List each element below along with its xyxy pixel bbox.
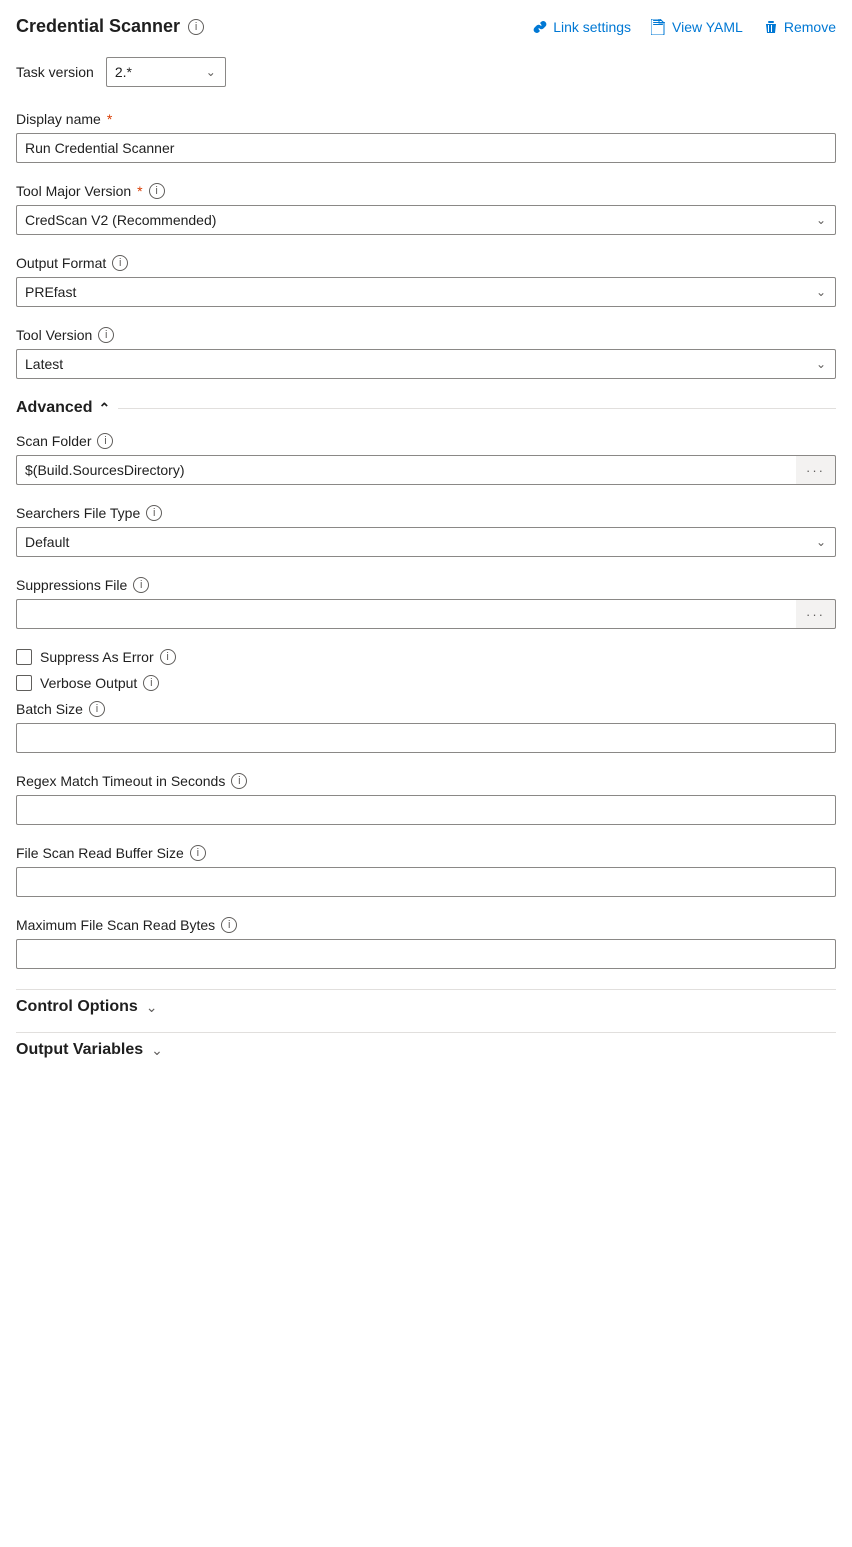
tool-version-select[interactable]: Latest Specific (16, 349, 836, 379)
regex-timeout-label: Regex Match Timeout in Seconds i (16, 773, 836, 789)
searchers-file-type-select[interactable]: Default Custom (16, 527, 836, 557)
file-scan-buffer-label: File Scan Read Buffer Size i (16, 845, 836, 861)
task-version-label: Task version (16, 64, 94, 80)
max-file-scan-bytes-group: Maximum File Scan Read Bytes i (16, 917, 836, 969)
tool-major-version-info-icon[interactable]: i (149, 183, 165, 199)
tool-version-select-wrapper: Latest Specific ⌄ (16, 349, 836, 379)
verbose-output-row: Verbose Output i (16, 675, 836, 691)
link-settings-button[interactable]: Link settings (532, 19, 631, 35)
searchers-file-type-select-wrapper: Default Custom ⌄ (16, 527, 836, 557)
batch-size-group: Batch Size i (16, 701, 836, 753)
output-format-select[interactable]: PREfast CSV JSON (16, 277, 836, 307)
link-icon (532, 19, 548, 35)
tool-major-version-select-wrapper: CredScan V2 (Recommended) CredScan V1 ⌄ (16, 205, 836, 235)
title-info-icon[interactable]: i (188, 19, 204, 35)
page-title: Credential Scanner (16, 16, 180, 37)
display-name-required-star: * (107, 111, 112, 127)
tool-major-version-group: Tool Major Version * i CredScan V2 (Reco… (16, 183, 836, 235)
searchers-file-type-group: Searchers File Type i Default Custom ⌄ (16, 505, 836, 557)
advanced-chevron-up-icon: ⌃ (98, 400, 110, 417)
trash-icon (763, 19, 779, 35)
max-file-scan-bytes-label: Maximum File Scan Read Bytes i (16, 917, 836, 933)
file-scan-buffer-group: File Scan Read Buffer Size i (16, 845, 836, 897)
suppressions-file-input-row: ··· (16, 599, 836, 629)
file-scan-buffer-info-icon[interactable]: i (190, 845, 206, 861)
suppress-as-error-label[interactable]: Suppress As Error i (40, 649, 176, 665)
max-file-scan-bytes-info-icon[interactable]: i (221, 917, 237, 933)
output-variables-chevron-down-icon: ⌄ (151, 1042, 163, 1059)
output-format-info-icon[interactable]: i (112, 255, 128, 271)
regex-timeout-input[interactable] (16, 795, 836, 825)
scan-folder-group: Scan Folder i ··· (16, 433, 836, 485)
tool-major-version-label: Tool Major Version * i (16, 183, 836, 199)
suppressions-file-info-icon[interactable]: i (133, 577, 149, 593)
tool-version-info-icon[interactable]: i (98, 327, 114, 343)
tool-major-version-select[interactable]: CredScan V2 (Recommended) CredScan V1 (16, 205, 836, 235)
header-actions: Link settings View YAML Remove (532, 19, 836, 35)
verbose-output-info-icon[interactable]: i (143, 675, 159, 691)
output-format-group: Output Format i PREfast CSV JSON ⌄ (16, 255, 836, 307)
output-format-label: Output Format i (16, 255, 836, 271)
suppressions-file-group: Suppressions File i ··· (16, 577, 836, 629)
verbose-output-checkbox[interactable] (16, 675, 32, 691)
tool-version-group: Tool Version i Latest Specific ⌄ (16, 327, 836, 379)
yaml-icon (651, 19, 667, 35)
file-scan-buffer-input[interactable] (16, 867, 836, 897)
display-name-group: Display name * (16, 111, 836, 163)
view-yaml-button[interactable]: View YAML (651, 19, 743, 35)
control-options-section: Control Options ⌄ (16, 989, 836, 1024)
suppress-as-error-row: Suppress As Error i (16, 649, 836, 665)
output-variables-section: Output Variables ⌄ (16, 1032, 836, 1067)
advanced-divider-line (118, 408, 836, 409)
remove-button[interactable]: Remove (763, 19, 836, 35)
advanced-section-divider: Advanced ⌃ (16, 399, 836, 417)
tool-major-version-required-star: * (137, 183, 142, 199)
page-header: Credential Scanner i Link settings View (16, 16, 836, 37)
batch-size-info-icon[interactable]: i (89, 701, 105, 717)
display-name-label: Display name * (16, 111, 836, 127)
control-options-title: Control Options (16, 998, 138, 1016)
control-options-header[interactable]: Control Options ⌄ (16, 989, 836, 1024)
suppressions-file-browse-button[interactable]: ··· (796, 599, 836, 629)
advanced-section-title[interactable]: Advanced ⌃ (16, 399, 110, 417)
batch-size-label: Batch Size i (16, 701, 836, 717)
batch-size-input[interactable] (16, 723, 836, 753)
suppress-as-error-info-icon[interactable]: i (160, 649, 176, 665)
header-left: Credential Scanner i (16, 16, 204, 37)
tool-version-label: Tool Version i (16, 327, 836, 343)
scan-folder-browse-button[interactable]: ··· (796, 455, 836, 485)
suppressions-file-label: Suppressions File i (16, 577, 836, 593)
verbose-output-label[interactable]: Verbose Output i (40, 675, 159, 691)
scan-folder-info-icon[interactable]: i (97, 433, 113, 449)
scan-folder-input[interactable] (16, 455, 796, 485)
regex-timeout-group: Regex Match Timeout in Seconds i (16, 773, 836, 825)
control-options-chevron-down-icon: ⌄ (146, 999, 158, 1016)
searchers-file-type-label: Searchers File Type i (16, 505, 836, 521)
output-variables-header[interactable]: Output Variables ⌄ (16, 1032, 836, 1067)
task-version-select-wrapper: 2.* 1.* ⌄ (106, 57, 226, 87)
max-file-scan-bytes-input[interactable] (16, 939, 836, 969)
searchers-file-type-info-icon[interactable]: i (146, 505, 162, 521)
output-variables-title: Output Variables (16, 1041, 143, 1059)
regex-timeout-info-icon[interactable]: i (231, 773, 247, 789)
display-name-input[interactable] (16, 133, 836, 163)
task-version-select[interactable]: 2.* 1.* (106, 57, 226, 87)
scan-folder-input-row: ··· (16, 455, 836, 485)
scan-folder-label: Scan Folder i (16, 433, 836, 449)
suppress-as-error-checkbox[interactable] (16, 649, 32, 665)
task-version-row: Task version 2.* 1.* ⌄ (16, 57, 836, 87)
suppressions-file-input[interactable] (16, 599, 796, 629)
output-format-select-wrapper: PREfast CSV JSON ⌄ (16, 277, 836, 307)
